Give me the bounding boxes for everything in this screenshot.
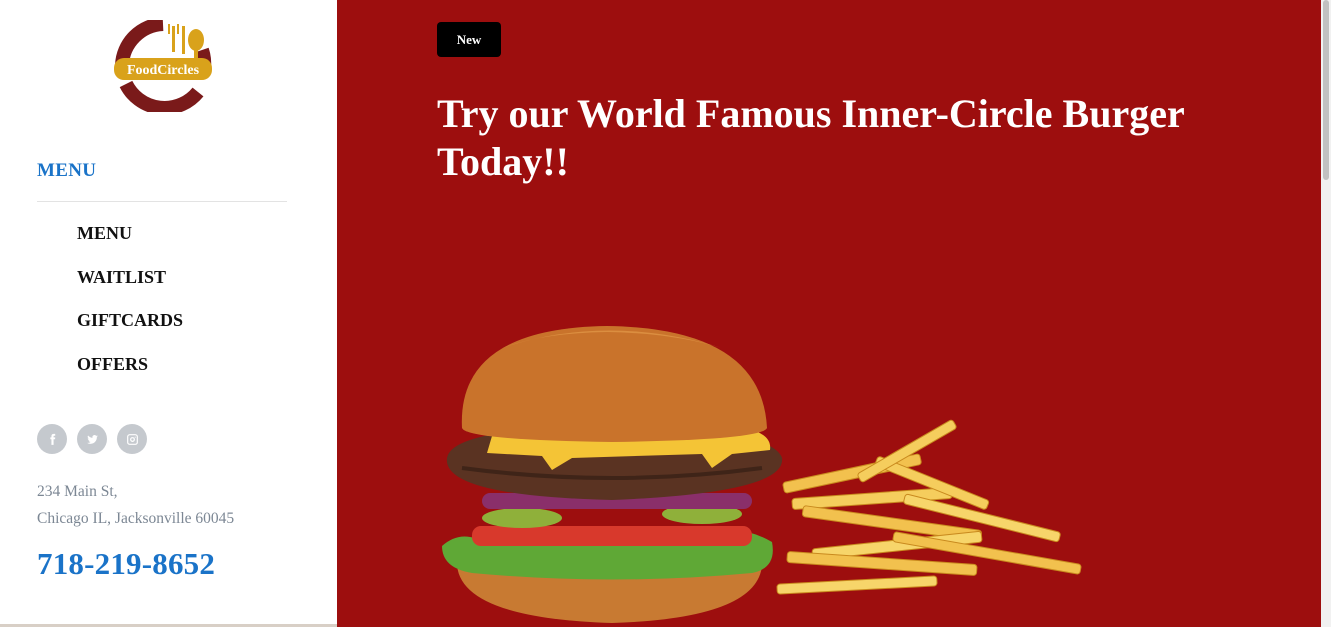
scrollbar-thumb[interactable] <box>1323 0 1329 180</box>
logo-wordmark: FoodCircles <box>127 63 200 78</box>
address-line-2: Chicago IL, Jacksonville 60045 <box>37 510 235 527</box>
sidebar: FoodCircles MENU MENU WAITLIST GIFTCARDS… <box>0 0 337 627</box>
nav-item-menu[interactable]: MENU <box>77 222 132 244</box>
nav-item-giftcards[interactable]: GIFTCARDS <box>77 309 183 331</box>
twitter-button[interactable] <box>77 424 107 454</box>
nav-item-offers[interactable]: OFFERS <box>77 353 148 375</box>
menu-divider <box>37 201 287 202</box>
social-links <box>37 424 147 454</box>
address: 234 Main St, Chicago IL, Jacksonville 60… <box>37 478 234 532</box>
phone-number[interactable]: 718-219-8652 <box>37 546 215 582</box>
fries <box>776 419 1082 595</box>
main-nav: MENU WAITLIST GIFTCARDS OFFERS <box>77 222 183 396</box>
hero-section: New Try our World Famous Inner-Circle Bu… <box>337 0 1321 627</box>
facebook-button[interactable] <box>37 424 67 454</box>
instagram-icon <box>126 433 138 445</box>
burger-and-fries-image <box>442 326 1082 623</box>
top-bun <box>461 326 767 442</box>
hero-headline: Try our World Famous Inner-Circle Burger… <box>437 91 1185 184</box>
new-badge: New <box>437 22 501 57</box>
nav-item-waitlist[interactable]: WAITLIST <box>77 266 166 288</box>
menu-heading: MENU <box>37 160 97 181</box>
twitter-icon <box>86 434 98 444</box>
address-line-1: 234 Main St, <box>37 483 118 500</box>
foodcircles-logo[interactable]: FoodCircles <box>112 20 214 112</box>
facebook-icon <box>49 433 55 445</box>
instagram-button[interactable] <box>117 424 147 454</box>
